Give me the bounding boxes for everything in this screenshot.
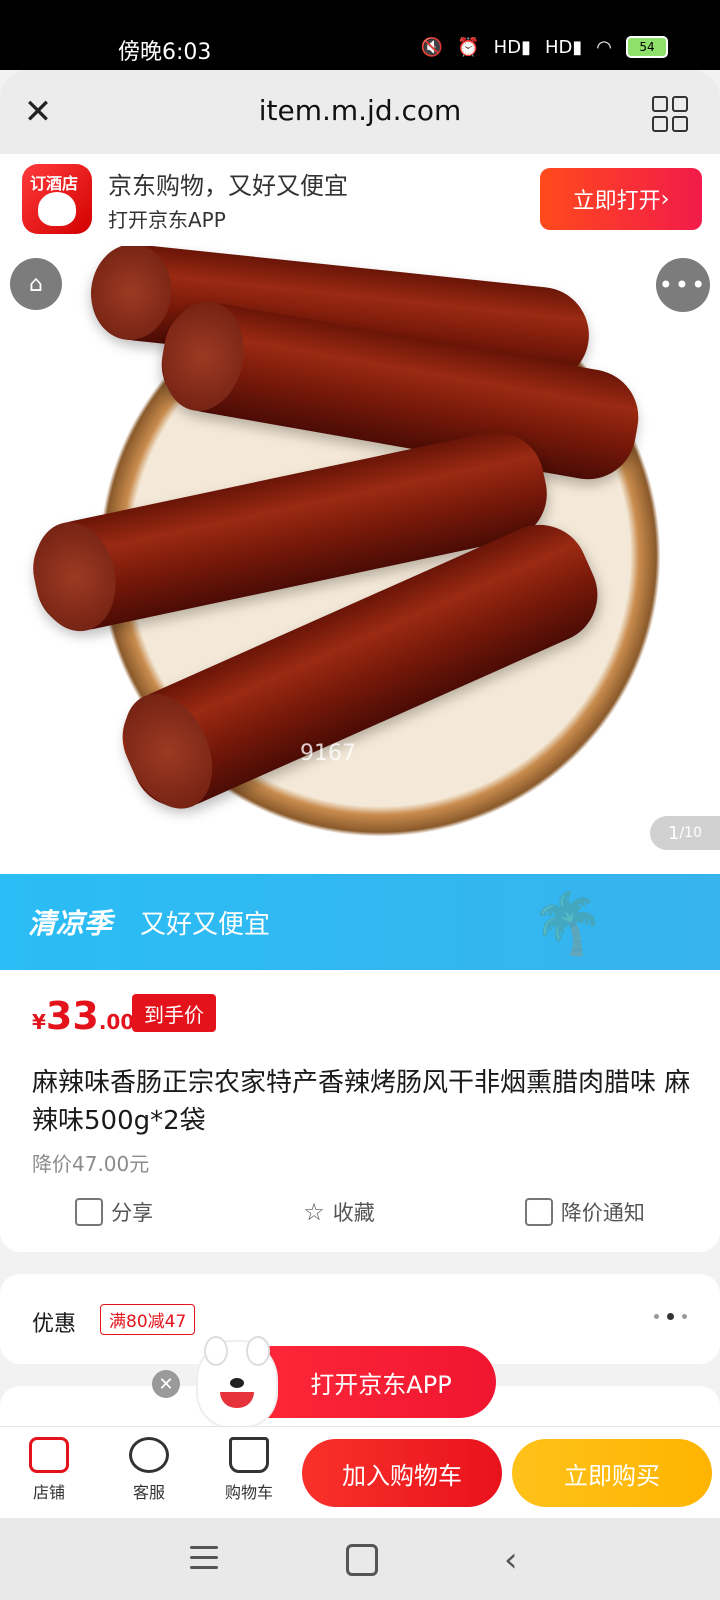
close-float-icon[interactable]: ✕: [152, 1370, 180, 1398]
browser-header: ✕ item.m.jd.com: [0, 70, 720, 154]
signal-icon-1: HD▮: [493, 36, 531, 58]
share-icon: [75, 1198, 104, 1226]
price-decimal: .00: [98, 1010, 135, 1034]
status-bar: 傍晚6:03 🔇 ⏰ HD▮ HD▮ ◠ 54: [0, 0, 720, 70]
status-time: 傍晚6:03: [118, 40, 212, 65]
recent-apps-icon[interactable]: [190, 1546, 218, 1576]
product-title: 麻辣味香肠正宗农家特产香辣烤肠风干非烟熏腊肉腊味 麻辣味500g*2袋: [32, 1068, 691, 1136]
status-icons: 🔇 ⏰ HD▮ HD▮ ◠ 54: [421, 36, 668, 58]
app-download-banner: 订酒店 京东购物，又好又便宜 打开京东APP 立即打开 ›: [0, 154, 720, 246]
bottom-action-bar: 店铺 客服 购物车 加入购物车 立即购买: [0, 1426, 720, 1519]
product-info-card: ¥33.00 到手价 麻辣味香肠正宗农家特产香辣烤肠风干非烟熏腊肉腊味 麻辣味5…: [0, 970, 720, 1252]
palm-tree-icon: 🌴: [530, 889, 605, 959]
open-app-label: 立即打开: [572, 189, 661, 214]
image-counter-total: /10: [679, 825, 702, 841]
favorite-button[interactable]: ☆ 收藏: [303, 1192, 375, 1232]
alarm-icon: ⏰: [457, 36, 480, 58]
price-drop-text: 降价47.00元: [32, 1152, 150, 1176]
product-price: ¥33.00: [32, 994, 134, 1038]
cart-icon: [229, 1437, 269, 1473]
open-jd-app-label: 打开京东APP: [310, 1370, 452, 1399]
price-alert-icon: [524, 1198, 553, 1226]
star-icon: ☆: [303, 1198, 325, 1226]
image-counter: 1 /10: [650, 816, 720, 850]
back-icon[interactable]: ‹: [504, 1540, 518, 1580]
jd-dog-mascot: [196, 1336, 278, 1428]
store-icon: [29, 1437, 69, 1473]
battery-icon: 54: [626, 36, 668, 58]
store-home-icon[interactable]: ⌂: [10, 258, 62, 310]
favorite-label: 收藏: [332, 1201, 375, 1225]
price-integer: 33: [45, 994, 99, 1038]
customer-service-label: 客服: [132, 1483, 165, 1502]
price-alert-button[interactable]: 降价通知: [524, 1192, 645, 1232]
cart-label: 购物车: [224, 1483, 273, 1502]
more-options-icon[interactable]: •••: [656, 258, 710, 312]
customer-service-button[interactable]: 客服: [114, 1437, 184, 1503]
product-image[interactable]: 9167: [0, 246, 720, 874]
banner-title: 京东购物，又好又便宜: [108, 172, 348, 200]
banner-subtitle: 打开京东APP: [108, 208, 226, 232]
season-banner[interactable]: 清凉季 又好又便宜 🌴: [0, 874, 720, 970]
season-subtitle: 又好又便宜: [140, 910, 271, 940]
promotion-label: 优惠: [32, 1312, 77, 1337]
final-price-badge: 到手价: [132, 994, 216, 1032]
mute-icon: 🔇: [420, 36, 444, 58]
grid-menu-icon[interactable]: [652, 96, 688, 132]
app-logo-text: 订酒店: [30, 174, 79, 193]
open-app-button[interactable]: 立即打开 ›: [540, 168, 702, 230]
signal-icon-2: HD▮: [544, 36, 583, 58]
jd-dog-icon: [38, 192, 76, 226]
chat-icon: [129, 1437, 169, 1473]
buy-now-button[interactable]: 立即购买: [512, 1439, 712, 1507]
promotion-tag: 满80减47: [100, 1304, 196, 1335]
season-title: 清凉季: [28, 907, 113, 940]
system-navigation-bar: ‹: [0, 1518, 720, 1600]
chevron-right-icon: ›: [660, 186, 670, 212]
image-counter-current: 1: [668, 822, 680, 844]
price-alert-label: 降价通知: [560, 1201, 645, 1225]
store-button[interactable]: 店铺: [14, 1437, 84, 1503]
share-label: 分享: [111, 1201, 154, 1225]
cart-button[interactable]: 购物车: [214, 1437, 284, 1503]
image-watermark: 9167: [300, 741, 356, 766]
jd-app-logo: 订酒店: [22, 164, 92, 234]
add-to-cart-button[interactable]: 加入购物车: [302, 1439, 502, 1507]
price-currency: ¥: [32, 1010, 46, 1034]
store-label: 店铺: [32, 1483, 65, 1502]
product-actions: 分享 ☆ 收藏 降价通知: [0, 1192, 720, 1232]
home-icon[interactable]: [346, 1544, 378, 1576]
url-text: item.m.jd.com: [258, 94, 462, 127]
more-dots-icon[interactable]: [654, 1313, 687, 1320]
wifi-icon: ◠: [596, 36, 612, 58]
share-button[interactable]: 分享: [75, 1192, 153, 1232]
